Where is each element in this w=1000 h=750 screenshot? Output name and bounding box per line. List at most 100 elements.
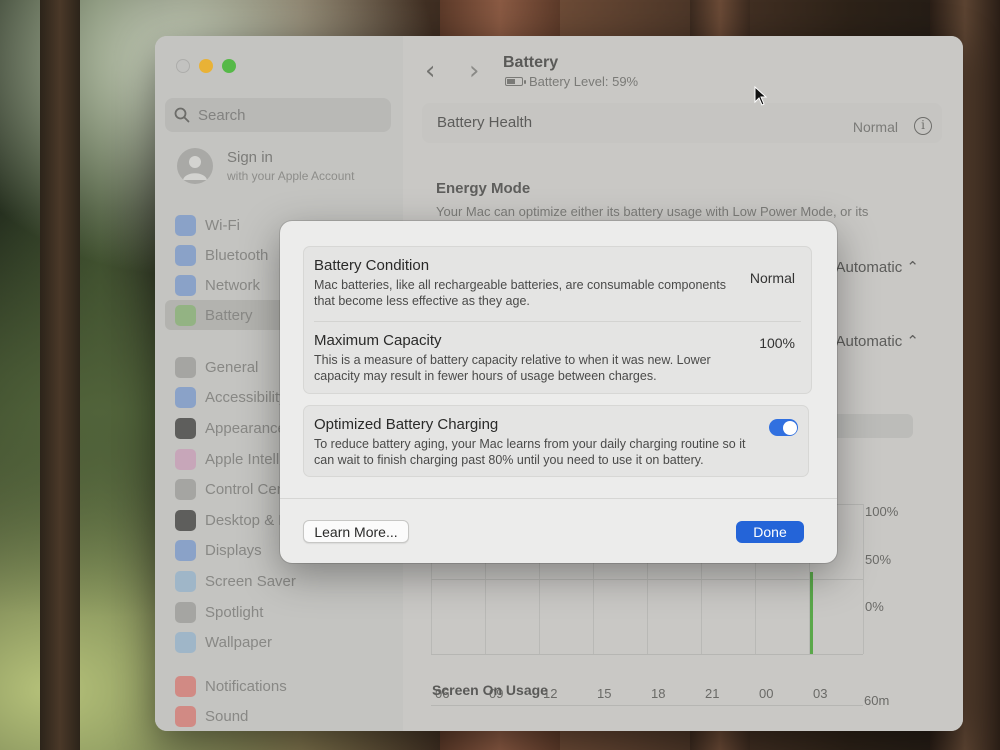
wallpaper-tree	[40, 0, 80, 750]
sidebar-item-label: Appearance	[205, 419, 286, 437]
screen-saver-icon	[175, 570, 196, 592]
battery-health-row: Battery Health Normal i	[422, 103, 942, 143]
close-window-button[interactable]	[176, 59, 190, 73]
sidebar-item-label: Sound	[205, 707, 249, 725]
popup-value: Automatic	[835, 333, 903, 350]
energy-mode-popup[interactable]: Automatic ⌃	[836, 258, 919, 276]
sidebar-item-label: Displays	[205, 542, 262, 560]
sidebar-item-screen-saver[interactable]: Screen Saver	[165, 566, 403, 597]
apple-account-item[interactable]: Sign in with your Apple Account	[177, 148, 354, 184]
search-field[interactable]	[165, 98, 391, 132]
battery-condition-row: Battery Condition Mac batteries, like al…	[314, 257, 801, 309]
sidebar-item-label: Wallpaper	[205, 634, 272, 652]
dock-icon	[175, 509, 196, 531]
minimize-window-button[interactable]	[199, 59, 213, 73]
apple-intelligence-icon	[175, 448, 196, 470]
y-tick-label: 100%	[865, 504, 899, 519]
sidebar-item-sound[interactable]: Sound	[165, 701, 403, 731]
y-tick-label: 50%	[865, 552, 892, 567]
sidebar-item-label: Bluetooth	[205, 246, 269, 264]
x-tick-label: 03	[813, 686, 828, 701]
x-tick-label: 15	[597, 686, 612, 701]
sidebar-item-label: Spotlight	[205, 603, 264, 621]
gear-icon	[175, 356, 196, 378]
page-title: Battery	[503, 54, 559, 71]
x-tick-label: 00	[759, 686, 774, 701]
bluetooth-icon	[175, 244, 196, 266]
screen-usage-chart	[431, 705, 863, 731]
updown-chevron-icon: ⌃	[906, 333, 919, 350]
dialog-divider	[280, 498, 837, 499]
battery-condition-value: Normal	[749, 270, 795, 286]
battery-health-value: Normal	[852, 119, 898, 135]
search-icon	[174, 107, 190, 123]
avatar	[177, 148, 213, 184]
maximum-capacity-value: 100%	[759, 335, 795, 351]
spotlight-icon	[175, 601, 196, 623]
wallpaper-icon	[175, 632, 196, 654]
y-tick-label: 0%	[865, 599, 884, 614]
maximum-capacity-row: Maximum Capacity This is a measure of ba…	[314, 332, 801, 384]
x-tick-label: 18	[651, 686, 666, 701]
optimized-charging-card: Optimized Battery Charging To reduce bat…	[303, 405, 809, 477]
screen-usage-tick: 60m	[864, 693, 890, 708]
zoom-window-button[interactable]	[222, 59, 236, 73]
search-input[interactable]	[198, 106, 378, 124]
maximum-capacity-title: Maximum Capacity	[314, 332, 442, 349]
sidebar-item-label: Notifications	[205, 677, 287, 695]
screen-usage-title: Screen On Usage	[432, 682, 548, 698]
sidebar-item-label: Accessibility	[205, 389, 287, 407]
control-center-icon	[175, 479, 196, 501]
sidebar-item-label: Screen Saver	[205, 572, 296, 590]
done-button[interactable]: Done	[736, 521, 804, 543]
energy-mode-heading: Energy Mode	[436, 180, 531, 197]
battery-level: Battery Level: 59%	[505, 74, 638, 89]
battery-level-text: Battery Level: 59%	[529, 74, 639, 89]
updown-chevron-icon: ⌃	[906, 259, 919, 276]
account-subtitle: with your Apple Account	[227, 169, 355, 183]
battery-health-dialog: Battery Condition Mac batteries, like al…	[280, 221, 837, 563]
battery-condition-desc: Mac batteries, like all rechargeable bat…	[314, 278, 727, 308]
sidebar-item-wallpaper[interactable]: Wallpaper	[165, 627, 403, 658]
battery-health-label: Battery Health	[437, 114, 533, 131]
optimized-charging-toggle[interactable]	[769, 419, 798, 436]
sidebar-item-notifications[interactable]: Notifications	[165, 671, 403, 701]
grid-line	[863, 504, 864, 654]
battery-icon	[505, 77, 526, 86]
battery-level-bar	[810, 571, 813, 654]
maximum-capacity-desc: This is a measure of battery capacity re…	[314, 353, 711, 383]
battery-icon	[175, 304, 196, 326]
wifi-icon	[175, 214, 196, 236]
battery-condition-title: Battery Condition	[314, 257, 430, 274]
toggle-knob	[782, 420, 797, 435]
notifications-icon	[175, 675, 196, 697]
divider	[314, 321, 801, 322]
window-controls	[176, 59, 236, 73]
sound-icon	[175, 705, 196, 727]
sidebar-item-spotlight[interactable]: Spotlight	[165, 597, 403, 628]
optimized-charging-title: Optimized Battery Charging	[314, 416, 499, 433]
battery-info-card: Battery Condition Mac batteries, like al…	[303, 246, 812, 394]
mouse-cursor-icon	[754, 86, 768, 106]
forward-arrow-icon[interactable]: ›	[469, 56, 479, 86]
toolbar: ‹ › Battery Battery Level: 59%	[403, 48, 963, 98]
sidebar-item-label: General	[205, 358, 259, 376]
account-title: Sign in	[227, 149, 273, 166]
grid-line	[431, 654, 863, 655]
learn-more-button[interactable]: Learn More...	[303, 520, 409, 543]
sidebar-item-label: Wi-Fi	[205, 216, 240, 234]
info-icon[interactable]: i	[914, 117, 932, 135]
sidebar-item-label: Network	[205, 276, 261, 294]
globe-icon	[175, 274, 196, 296]
displays-icon	[175, 540, 196, 562]
optimized-charging-row: Optimized Battery Charging To reduce bat…	[314, 416, 798, 468]
energy-mode-description: Your Mac can optimize either its battery…	[436, 204, 869, 219]
popup-value: Automatic	[835, 259, 903, 276]
sidebar-group-notifications: Notifications Sound	[165, 671, 403, 731]
sidebar-item-label: Battery	[205, 306, 253, 324]
optimized-charging-desc: To reduce battery aging, your Mac learns…	[314, 437, 746, 467]
back-arrow-icon[interactable]: ‹	[425, 56, 435, 86]
energy-mode-popup-2[interactable]: Automatic ⌃	[836, 332, 919, 350]
grid-line	[431, 579, 863, 580]
x-tick-label: 21	[705, 686, 720, 701]
